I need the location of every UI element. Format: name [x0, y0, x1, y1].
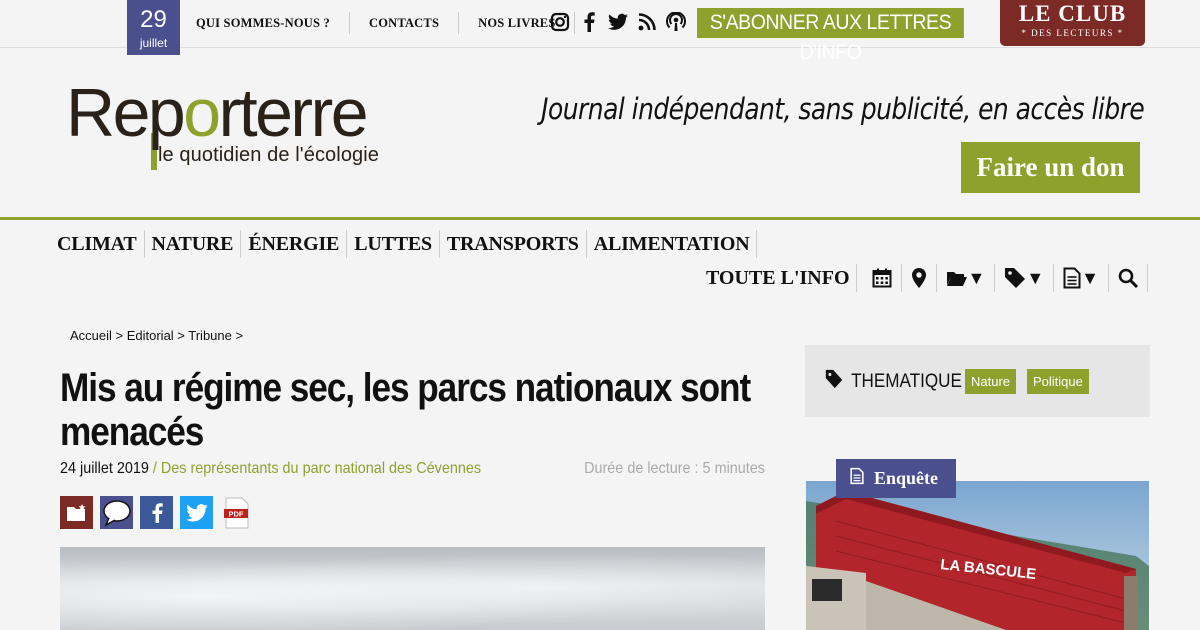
site-logo[interactable]: Reporterre le quotidien de l'écologie: [66, 78, 416, 178]
nav-luttes[interactable]: LUTTES: [354, 230, 440, 258]
article-title: Mis au régime sec, les parcs nationaux s…: [60, 366, 751, 454]
instagram-icon[interactable]: [550, 11, 570, 33]
club-lecteurs-button[interactable]: LE CLUB * DES LECTEURS *: [1000, 0, 1145, 46]
tag-nature[interactable]: Nature: [965, 369, 1017, 394]
article-meta: 24 juillet 2019 / Des représentants du p…: [60, 460, 481, 478]
folder-dropdown-arrow: ▼: [967, 267, 986, 288]
enquete-label: Enquête: [874, 468, 939, 488]
calendar-icon[interactable]: [863, 264, 902, 292]
tag-icon[interactable]: ▼: [995, 264, 1055, 292]
facebook-icon[interactable]: [579, 11, 599, 33]
pdf-icon[interactable]: PDF: [220, 496, 253, 529]
search-icon[interactable]: [1109, 264, 1148, 292]
podcast-icon[interactable]: [666, 11, 686, 33]
rss-icon[interactable]: [637, 11, 657, 33]
nav-energie[interactable]: ÉNERGIE: [248, 230, 348, 258]
reading-time: Durée de lecture : 5 minutes: [584, 460, 765, 477]
nav-alimentation[interactable]: ALIMENTATION: [594, 230, 758, 258]
date-badge: 29 juillet: [127, 0, 180, 55]
donate-button[interactable]: Faire un don: [961, 142, 1140, 193]
sub-nav: TOUTE L'INFO ▼ ▼ ▼: [706, 264, 1148, 292]
document-dropdown-arrow: ▼: [1081, 267, 1099, 288]
enquete-image[interactable]: LA BASCULE: [806, 481, 1149, 630]
date-month: juillet: [139, 36, 168, 50]
save-folder-icon[interactable]: [60, 496, 93, 529]
club-subtitle: * DES LECTEURS *: [1021, 28, 1124, 38]
pdf-label: PDF: [228, 509, 243, 518]
nav-divider: [0, 217, 1200, 220]
subscribe-newsletter-button[interactable]: S'ABONNER AUX LETTRES D'INFO: [697, 8, 964, 64]
nav-nature[interactable]: NATURE: [152, 230, 242, 258]
breadcrumb[interactable]: Accueil > Editorial > Tribune >: [70, 328, 243, 343]
enquete-badge[interactable]: Enquête: [836, 459, 956, 498]
thematique-heading: THEMATIQUE: [825, 369, 962, 395]
top-nav: QUI SOMMES-NOUS ? CONTACTS NOS LIVRES: [196, 12, 594, 34]
article-date: 24 juillet 2019: [60, 460, 149, 477]
tag-politique[interactable]: Politique: [1027, 369, 1089, 394]
top-nav-about[interactable]: QUI SOMMES-NOUS ?: [196, 12, 350, 34]
article-author[interactable]: Des représentants du parc national des C…: [161, 460, 481, 477]
tag-icon: [825, 369, 843, 395]
social-links: [550, 11, 686, 33]
folder-icon[interactable]: ▼: [937, 264, 996, 292]
site-slogan: Journal indépendant, sans publicité, en …: [540, 92, 1145, 126]
twitter-share-icon[interactable]: [180, 496, 213, 529]
comment-icon[interactable]: [100, 496, 133, 529]
map-pin-icon[interactable]: [902, 264, 937, 292]
author-separator: /: [148, 460, 161, 477]
nav-transports[interactable]: TRANSPORTS: [447, 230, 587, 258]
logo-tagline: le quotidien de l'écologie: [158, 144, 380, 166]
logo-wordmark: Reporterre: [66, 75, 369, 151]
top-nav-contacts[interactable]: CONTACTS: [369, 12, 460, 34]
nav-climat[interactable]: CLIMAT: [57, 230, 145, 258]
document-icon: [850, 467, 864, 490]
nav-toute-info[interactable]: TOUTE L'INFO: [706, 264, 857, 292]
document-icon[interactable]: ▼: [1054, 264, 1109, 292]
tag-dropdown-arrow: ▼: [1026, 267, 1045, 288]
facebook-share-icon[interactable]: [140, 496, 173, 529]
club-title: LE CLUB: [1018, 1, 1127, 26]
main-nav: CLIMAT NATURE ÉNERGIE LUTTES TRANSPORTS …: [57, 230, 764, 258]
thematique-box: THEMATIQUE Nature Politique: [805, 345, 1150, 417]
thematique-label: THEMATIQUE: [851, 371, 962, 392]
share-bar: PDF: [60, 496, 253, 529]
date-day: 29: [140, 6, 167, 33]
article-photo: [60, 547, 765, 630]
twitter-icon[interactable]: [608, 11, 628, 33]
